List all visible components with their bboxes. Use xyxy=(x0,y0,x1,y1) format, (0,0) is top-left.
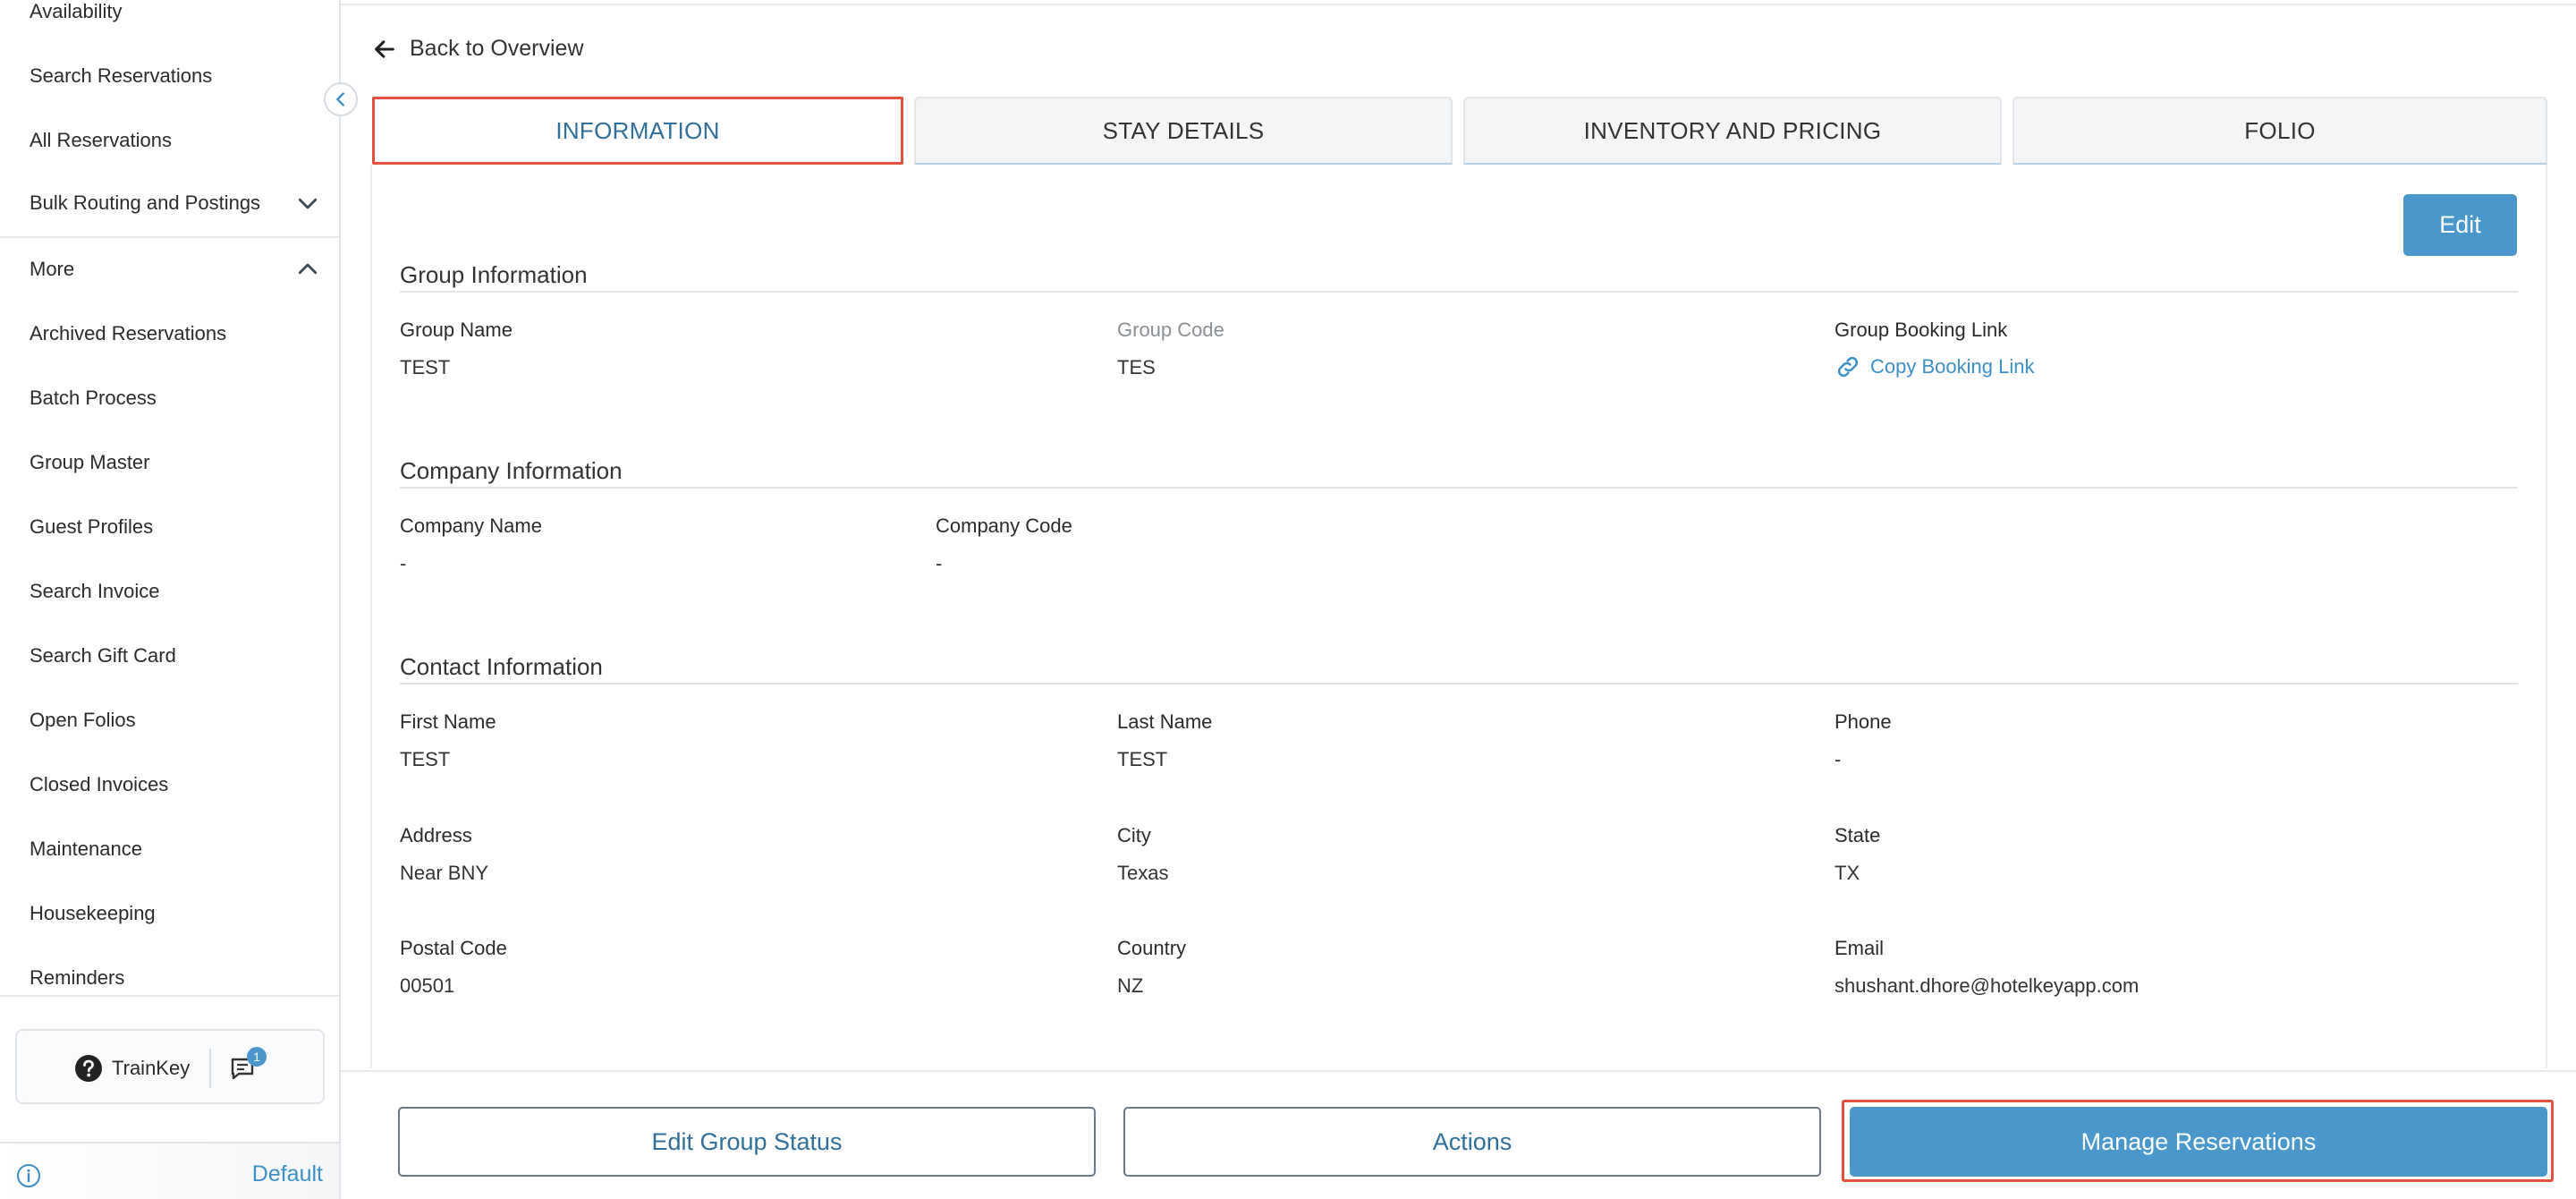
group-booking-link-label: Group Booking Link xyxy=(1835,319,2008,341)
sidebar-item-batch-process[interactable]: Batch Process xyxy=(30,387,157,410)
help-icon[interactable] xyxy=(74,1054,103,1083)
sidebar-item-label: More xyxy=(30,258,75,280)
last-name-label: Last Name xyxy=(1117,710,1213,733)
last-name-value: TEST xyxy=(1117,748,1168,770)
tab-bar: INFORMATION STAY DETAILS INVENTORY AND P… xyxy=(370,97,2547,165)
section-divider xyxy=(400,291,2518,293)
tab-stay-details[interactable]: STAY DETAILS xyxy=(914,97,1453,165)
country-value: NZ xyxy=(1117,974,1144,997)
section-title-company-information: Company Information xyxy=(400,457,623,484)
company-code-value: - xyxy=(936,552,943,574)
sidebar-item-archived-reservations[interactable]: Archived Reservations xyxy=(30,322,226,345)
back-to-overview-link[interactable]: Back to Overview xyxy=(372,36,584,62)
sidebar-item-guest-profiles[interactable]: Guest Profiles xyxy=(30,515,153,539)
trainkey-label[interactable]: TrainKey xyxy=(112,1057,190,1080)
tab-inventory-and-pricing[interactable]: INVENTORY AND PRICING xyxy=(1463,97,2002,165)
back-label: Back to Overview xyxy=(410,36,584,61)
section-title-group-information: Group Information xyxy=(400,261,588,288)
information-panel xyxy=(370,165,2547,1068)
sidebar-item-bulk-routing[interactable]: Bulk Routing and Postings xyxy=(0,172,339,236)
sidebar-item-reminders[interactable]: Reminders xyxy=(30,966,124,990)
sidebar-item-search-gift-card[interactable]: Search Gift Card xyxy=(30,644,176,668)
sidebar-item-availability[interactable]: Availability xyxy=(30,0,123,23)
copy-booking-link[interactable]: Copy Booking Link xyxy=(1835,353,2034,380)
email-label: Email xyxy=(1835,937,1885,959)
property-selector[interactable]: Default xyxy=(252,1161,323,1187)
collapse-sidebar-button[interactable] xyxy=(324,82,358,116)
company-name-label: Company Name xyxy=(400,514,542,537)
sidebar-divider xyxy=(0,995,339,997)
section-divider xyxy=(400,683,2518,685)
sidebar-item-search-invoice[interactable]: Search Invoice xyxy=(30,580,160,603)
sidebar-item-open-folios[interactable]: Open Folios xyxy=(30,709,136,732)
edit-button[interactable]: Edit xyxy=(2403,194,2517,256)
sidebar-item-all-reservations[interactable]: All Reservations xyxy=(30,129,172,152)
manage-reservations-button[interactable]: Manage Reservations xyxy=(1850,1107,2547,1177)
arrow-left-icon xyxy=(375,39,394,58)
actions-button[interactable]: Actions xyxy=(1123,1107,1821,1177)
edit-group-status-button[interactable]: Edit Group Status xyxy=(398,1107,1096,1177)
sidebar-item-group-master[interactable]: Group Master xyxy=(30,451,150,474)
city-label: City xyxy=(1117,824,1151,846)
sidebar-item-closed-invoices[interactable]: Closed Invoices xyxy=(30,773,168,796)
copy-booking-link-label: Copy Booking Link xyxy=(1870,355,2035,378)
info-icon[interactable] xyxy=(16,1163,41,1188)
trainkey-widget: TrainKey 1 xyxy=(15,1029,325,1104)
first-name-value: TEST xyxy=(400,748,451,770)
postal-code-value: 00501 xyxy=(400,974,455,997)
group-code-value: TES xyxy=(1117,356,1156,378)
section-divider xyxy=(400,487,2518,489)
email-value: shushant.dhore@hotelkeyapp.com xyxy=(1835,974,2140,997)
sidebar-item-housekeeping[interactable]: Housekeeping xyxy=(30,902,156,925)
address-label: Address xyxy=(400,824,472,846)
state-label: State xyxy=(1835,824,1881,846)
city-value: Texas xyxy=(1117,862,1169,884)
link-icon xyxy=(1837,356,1859,378)
address-value: Near BNY xyxy=(400,862,489,884)
sidebar-footer: Default xyxy=(0,1142,339,1199)
chevron-up-icon xyxy=(298,263,318,275)
postal-code-label: Postal Code xyxy=(400,937,507,959)
sidebar-item-maintenance[interactable]: Maintenance xyxy=(30,838,142,861)
state-value: TX xyxy=(1835,862,1860,884)
phone-value: - xyxy=(1835,748,1842,770)
sidebar-item-search-reservations[interactable]: Search Reservations xyxy=(30,64,212,88)
sidebar: Availability Search Reservations All Res… xyxy=(0,0,341,1199)
chevron-down-icon xyxy=(298,198,318,209)
notification-badge: 1 xyxy=(247,1047,267,1067)
tab-folio[interactable]: FOLIO xyxy=(2012,97,2547,165)
country-label: Country xyxy=(1117,937,1187,959)
sidebar-item-label: Bulk Routing and Postings xyxy=(30,191,261,214)
chevron-left-icon xyxy=(336,92,344,106)
phone-label: Phone xyxy=(1835,710,1892,733)
divider xyxy=(209,1049,211,1088)
company-name-value: - xyxy=(400,552,407,574)
sidebar-item-more[interactable]: More xyxy=(0,238,339,302)
group-name-label: Group Name xyxy=(400,319,513,341)
company-code-label: Company Code xyxy=(936,514,1072,537)
section-title-contact-information: Contact Information xyxy=(400,653,603,680)
first-name-label: First Name xyxy=(400,710,496,733)
group-name-value: TEST xyxy=(400,356,451,378)
tab-information[interactable]: INFORMATION xyxy=(372,97,903,165)
top-border xyxy=(341,0,2576,5)
group-code-label: Group Code xyxy=(1117,319,1224,341)
